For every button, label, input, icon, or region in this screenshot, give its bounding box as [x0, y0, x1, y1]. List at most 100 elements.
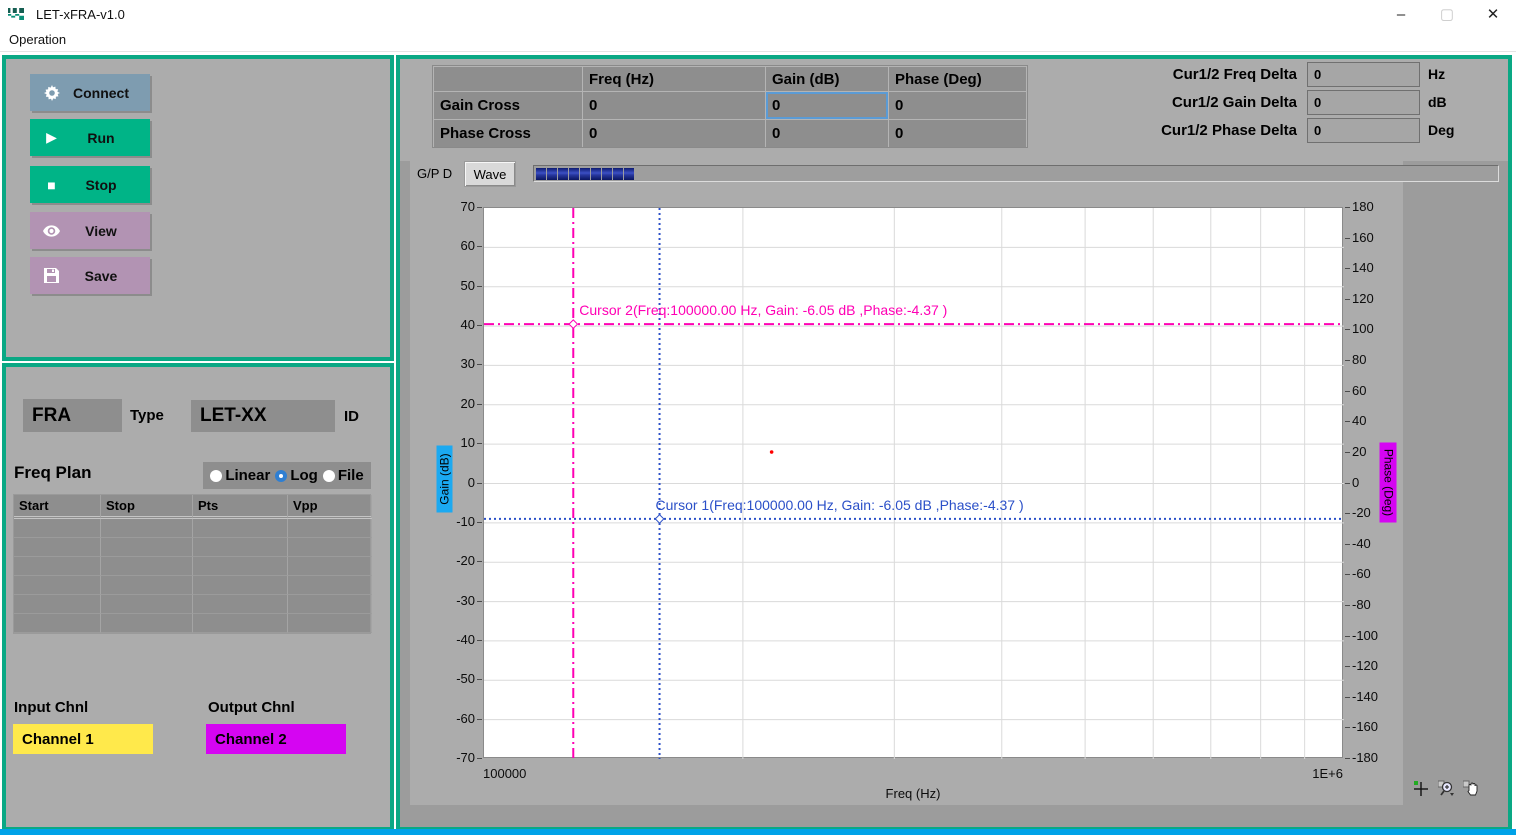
cursor-2-label[interactable]: Cursor 2(Freq:100000.00 Hz, Gain: -6.05 … — [579, 302, 947, 318]
axis-tick — [477, 758, 482, 759]
id-label: ID — [344, 408, 359, 425]
phase-cross-gain-cell[interactable]: 0 — [766, 120, 888, 147]
freq-delta-field[interactable]: 0 — [1307, 62, 1420, 87]
radio-file[interactable]: File — [323, 467, 364, 484]
radio-log[interactable]: Log — [275, 467, 318, 484]
axis-tick — [477, 483, 482, 484]
gain-cross-freq-cell[interactable]: 0 — [583, 92, 765, 119]
freq-plan-cell[interactable] — [14, 519, 101, 538]
output-chnl-label: Output Chnl — [208, 699, 295, 716]
freq-plan-row — [14, 576, 370, 595]
freq-plan-cell[interactable] — [288, 519, 372, 538]
type-label: Type — [130, 407, 164, 424]
freq-plan-header-row: Start Stop Pts Vpp — [14, 495, 370, 519]
progress-segment — [624, 168, 634, 180]
freq-plan-cell[interactable] — [288, 614, 372, 633]
phase-cross-freq-cell[interactable]: 0 — [583, 120, 765, 147]
radio-dot[interactable] — [210, 470, 222, 482]
phase-tick-label: 0 — [1352, 475, 1396, 490]
axis-tick — [477, 640, 482, 641]
col-header-vpp: Vpp — [288, 495, 372, 519]
tab-gpd[interactable]: G/P D — [417, 166, 452, 181]
input-chnl-select[interactable]: Channel 1 — [13, 724, 153, 754]
axis-tick — [1345, 605, 1350, 606]
freq-plan-row — [14, 538, 370, 557]
freq-plan-cell[interactable] — [288, 595, 372, 614]
axis-tick — [1345, 513, 1350, 514]
radio-linear[interactable]: Linear — [210, 467, 270, 484]
freq-plan-cell[interactable] — [101, 576, 193, 595]
menubar: Operation — [0, 28, 1516, 52]
maximize-button[interactable]: ▢ — [1424, 0, 1470, 28]
freq-plan-cell[interactable] — [101, 519, 193, 538]
freq-plan-cell[interactable] — [193, 576, 288, 595]
phase-tick-label: 100 — [1352, 321, 1396, 336]
freq-plan-cell[interactable] — [101, 538, 193, 557]
gain-delta-label: Cur1/2 Gain Delta — [1060, 94, 1297, 111]
x-tick-max: 1E+6 — [1223, 766, 1343, 781]
freq-plan-cell[interactable] — [14, 538, 101, 557]
freq-plan-cell[interactable] — [288, 557, 372, 576]
freq-plan-cell[interactable] — [193, 595, 288, 614]
id-field[interactable]: LET-XX — [191, 400, 335, 432]
freq-plan-cell[interactable] — [14, 595, 101, 614]
axis-tick — [1345, 391, 1350, 392]
save-button[interactable]: Save — [30, 257, 150, 294]
cursor-1-label[interactable]: Cursor 1(Freq:100000.00 Hz, Gain: -6.05 … — [656, 497, 1024, 513]
axis-tick — [1345, 207, 1350, 208]
freq-plan-cell[interactable] — [193, 519, 288, 538]
tab-wave[interactable]: Wave — [464, 161, 516, 187]
radio-label: Log — [290, 467, 318, 484]
freq-axis-label: Freq (Hz) — [483, 786, 1343, 801]
freq-plan-cell[interactable] — [193, 614, 288, 633]
gain-cross-gain-cell[interactable]: 0 — [766, 92, 888, 119]
freq-plan-cell[interactable] — [101, 557, 193, 576]
phase-delta-label: Cur1/2 Phase Delta — [1060, 122, 1297, 139]
view-button[interactable]: View — [30, 212, 150, 249]
gain-tick-label: -10 — [427, 514, 475, 529]
axis-tick — [1345, 636, 1350, 637]
gain-cross-phase-cell[interactable]: 0 — [889, 92, 1026, 119]
freq-plan-cell[interactable] — [193, 538, 288, 557]
freq-plan-cell[interactable] — [14, 557, 101, 576]
bode-plot[interactable]: Cursor 1(Freq:100000.00 Hz, Gain: -6.05 … — [483, 207, 1343, 758]
connect-button[interactable]: Connect — [30, 74, 150, 111]
pan-hand-icon[interactable] — [1463, 780, 1481, 798]
axis-tick — [477, 246, 482, 247]
gain-cross-label: Gain Cross — [434, 92, 582, 119]
phase-tick-label: -100 — [1352, 628, 1396, 643]
radio-dot[interactable] — [275, 470, 287, 482]
phase-cross-phase-cell[interactable]: 0 — [889, 120, 1026, 147]
axis-tick — [477, 601, 482, 602]
axis-tick — [1345, 483, 1350, 484]
control-panel: Connect ▶ Run ■ Stop View Save — [2, 55, 394, 361]
gain-tick-label: 40 — [427, 317, 475, 332]
run-button[interactable]: ▶ Run — [30, 119, 150, 156]
radio-dot[interactable] — [323, 470, 335, 482]
freq-plan-cell[interactable] — [14, 614, 101, 633]
freq-plan-cell[interactable] — [193, 557, 288, 576]
zoom-icon[interactable] — [1438, 780, 1456, 798]
phase-tick-label: 60 — [1352, 383, 1396, 398]
close-button[interactable]: ✕ — [1470, 0, 1516, 28]
output-chnl-select[interactable]: Channel 2 — [206, 724, 346, 754]
axis-tick — [1345, 727, 1350, 728]
minimize-button[interactable]: – — [1378, 0, 1424, 28]
freq-plan-cell[interactable] — [288, 576, 372, 595]
freq-plan-cell[interactable] — [101, 614, 193, 633]
gain-delta-field[interactable]: 0 — [1307, 90, 1420, 115]
freq-plan-cell[interactable] — [101, 595, 193, 614]
stop-button[interactable]: ■ Stop — [30, 166, 150, 203]
eye-icon — [43, 222, 60, 239]
phase-delta-field[interactable]: 0 — [1307, 118, 1420, 143]
axis-tick — [477, 404, 482, 405]
crosshair-icon[interactable] — [1413, 780, 1431, 798]
menu-operation[interactable]: Operation — [0, 32, 75, 47]
freq-plan-cell[interactable] — [288, 538, 372, 557]
gear-icon — [43, 84, 60, 101]
titlebar: LET-xFRA-v1.0 – ▢ ✕ — [0, 0, 1516, 28]
axis-tick — [1345, 544, 1350, 545]
type-field[interactable]: FRA — [23, 399, 122, 432]
freq-plan-cell[interactable] — [14, 576, 101, 595]
gain-tick-label: 30 — [427, 356, 475, 371]
